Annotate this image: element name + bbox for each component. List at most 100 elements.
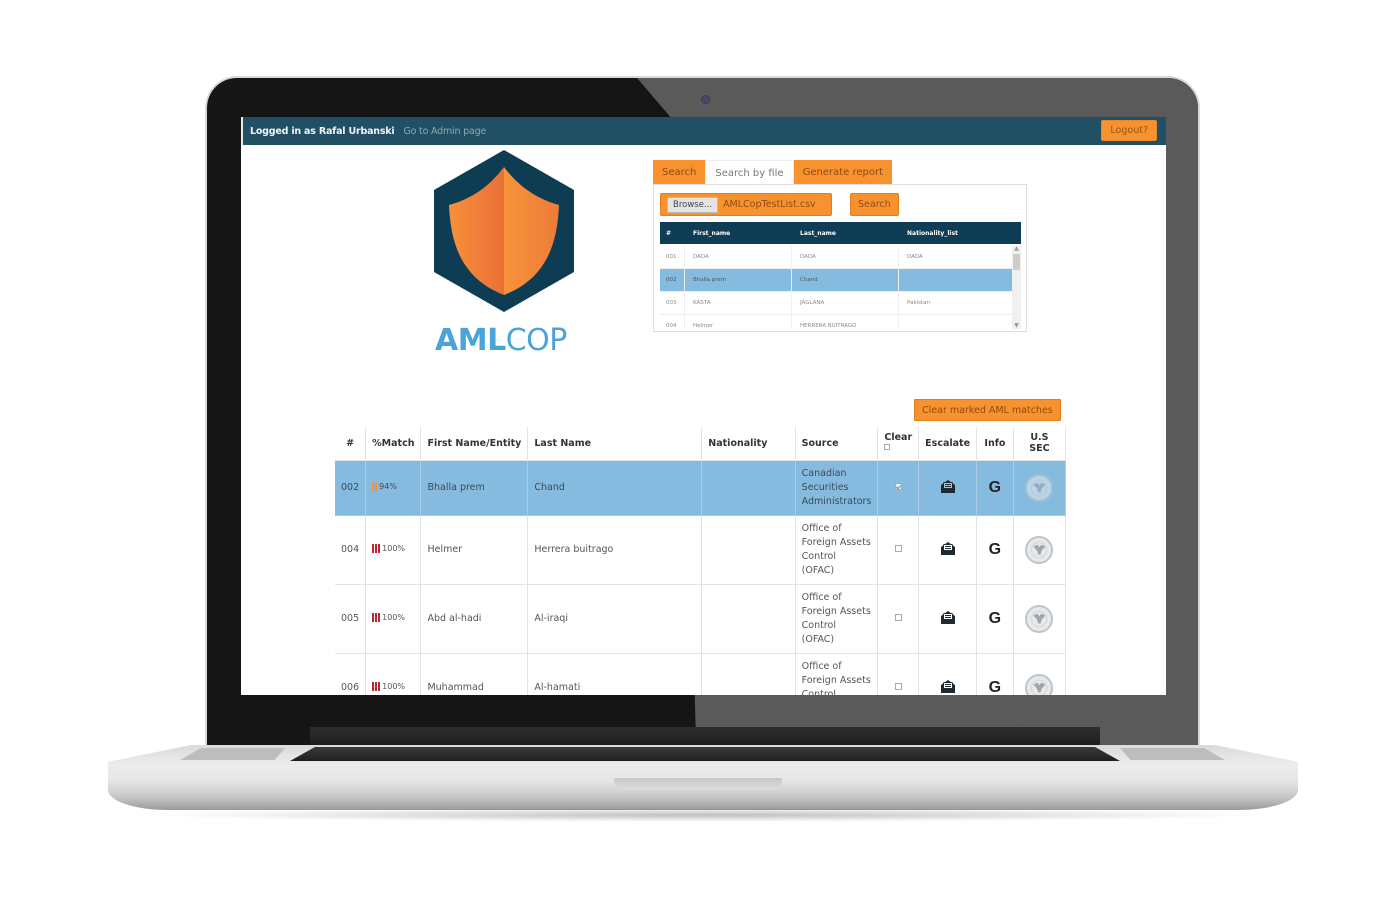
cell-first-name: Helmer <box>420 515 529 585</box>
result-row[interactable]: 006 100% Muhammad Al-hamati Office of Fo… <box>335 653 1067 696</box>
col-header-escalate: Escalate <box>918 427 978 461</box>
app-screen: Logged in as Rafal Urbanski Go to Admin … <box>241 117 1166 695</box>
cell-last-name: Al-iraqi <box>527 584 703 654</box>
file-preview-row[interactable]: 004 Helmer HERRERA BUITRAGO <box>660 315 1012 329</box>
search-by-file-panel: Browse... AMLCopTestList.csv Search # Fi… <box>653 184 1027 332</box>
match-percent: 100% <box>382 681 406 691</box>
keyboard-edge <box>290 747 1120 761</box>
laptop-hinge <box>310 727 1100 747</box>
selected-file-name: AMLCopTestList.csv <box>723 199 816 210</box>
cell-nationality <box>701 653 796 695</box>
clear-checkbox[interactable] <box>894 483 902 490</box>
cell-clear <box>877 584 920 654</box>
col-header-last-name: Last_name <box>800 229 836 237</box>
scroll-up-icon[interactable]: ▲ <box>1012 245 1021 252</box>
file-search-button[interactable]: Search <box>850 193 899 216</box>
col-header-info: Info <box>976 427 1014 461</box>
cell-num: 004 <box>660 315 685 329</box>
cell-first-name: Muhammad <box>420 653 529 695</box>
col-header-nationality: Nationality <box>701 427 796 461</box>
col-header-source: Source <box>795 427 879 461</box>
col-header-num: # <box>335 427 367 461</box>
cell-last-name: Herrera buitrago <box>527 515 703 585</box>
sec-seal-icon[interactable] <box>1025 535 1054 564</box>
sec-seal-icon[interactable] <box>1025 473 1054 502</box>
google-icon[interactable]: G <box>989 541 1001 558</box>
cell-source: Office of Foreign Assets Control (OFAC) <box>795 515 879 585</box>
logo-text-light: COP <box>505 323 568 358</box>
clear-checkbox[interactable] <box>894 614 902 621</box>
match-bars-icon <box>372 681 381 691</box>
col-header-sec: U.S SEC <box>1013 427 1067 461</box>
cell-info: G <box>976 653 1014 696</box>
cell-num: 003 <box>660 292 685 314</box>
aml-results-table: # %Match First Name/Entity Last Name Nat… <box>335 427 1067 696</box>
cell-last-name: DADA <box>792 246 899 268</box>
envelope-open-icon[interactable] <box>940 479 956 494</box>
tab-search[interactable]: Search <box>653 160 706 185</box>
cell-last-name: Chand <box>527 460 703 516</box>
scroll-down-icon[interactable]: ▼ <box>1012 322 1021 329</box>
sec-seal-icon[interactable] <box>1025 604 1054 633</box>
admin-page-link[interactable]: Go to Admin page <box>403 126 486 137</box>
cell-nationality: DADA <box>907 254 923 260</box>
file-preview-row-selected[interactable]: 002 Bhalla prem Chand <box>660 269 1012 292</box>
google-icon[interactable]: G <box>989 610 1001 627</box>
cell-first-name: Helmer <box>685 315 792 329</box>
cell-first-name: Abd al-hadi <box>420 584 529 654</box>
clear-checkbox[interactable] <box>894 545 902 552</box>
cell-sec <box>1013 653 1067 695</box>
tab-search-by-file[interactable]: Search by file <box>705 160 794 185</box>
clear-checkbox[interactable] <box>894 683 902 690</box>
match-percent: 100% <box>382 612 406 622</box>
tab-generate-report[interactable]: Generate report <box>793 160 893 185</box>
cell-source: Office of Foreign Assets Control (OFAC) <box>795 653 879 695</box>
col-header-first-name: First Name/Entity <box>420 427 529 461</box>
cell-match: 100% <box>365 584 422 654</box>
cell-sec <box>1013 584 1067 654</box>
cell-clear <box>877 460 920 516</box>
file-preview-scrollbar[interactable]: ▲ ▼ <box>1012 245 1021 329</box>
file-input-row: Browse... AMLCopTestList.csv <box>660 193 832 216</box>
cell-clear <box>877 515 920 585</box>
cell-clear <box>877 653 920 695</box>
cell-nationality <box>701 515 796 585</box>
top-bar: Logged in as Rafal Urbanski Go to Admin … <box>241 117 1166 145</box>
envelope-open-icon[interactable] <box>940 541 956 556</box>
match-percent: 100% <box>382 543 406 553</box>
logout-button[interactable]: Logout? <box>1101 120 1157 141</box>
envelope-open-icon[interactable] <box>940 610 956 625</box>
clear-all-checkbox[interactable] <box>884 444 891 451</box>
google-icon[interactable]: G <box>989 679 1001 696</box>
cell-num: 005 <box>335 584 367 654</box>
cell-nationality <box>701 584 796 654</box>
google-icon[interactable]: G <box>989 479 1001 496</box>
cell-source: Canadian Securities Administrators <box>795 460 879 516</box>
cell-source: Office of Foreign Assets Control (OFAC) <box>795 584 879 654</box>
cell-nationality: Pakistan <box>907 300 931 306</box>
cell-num: 004 <box>335 515 367 585</box>
scrollbar-thumb[interactable] <box>1013 254 1020 270</box>
webcam <box>701 95 710 104</box>
clear-marked-matches-button[interactable]: Clear marked AML matches <box>914 399 1061 421</box>
file-preview-row[interactable]: 001 DADA DADA DADA <box>660 246 1012 269</box>
browse-button[interactable]: Browse... <box>667 196 719 213</box>
sec-seal-icon[interactable] <box>1025 673 1054 695</box>
col-header-clear: Clear <box>877 427 920 461</box>
envelope-open-icon[interactable] <box>940 679 956 694</box>
cell-num: 006 <box>335 653 367 695</box>
logo-text-bold: AML <box>435 323 506 358</box>
file-preview-row[interactable]: 003 KASTA JAGLANA Pakistan <box>660 292 1012 315</box>
cell-escalate <box>918 515 978 585</box>
file-input[interactable]: Browse... AMLCopTestList.csv <box>660 193 832 216</box>
cell-first-name: Bhalla prem <box>685 269 792 291</box>
cell-match: 94% <box>365 460 422 516</box>
result-row[interactable]: 004 100% Helmer Herrera buitrago Office … <box>335 515 1067 585</box>
cell-first-name: Bhalla prem <box>420 460 529 516</box>
cell-last-name: JAGLANA <box>792 292 899 314</box>
logo-text: AMLCOP <box>435 323 567 358</box>
col-header-num: # <box>666 229 672 237</box>
col-header-nationality: Nationality_list <box>907 229 958 237</box>
result-row-selected[interactable]: 002 94% Bhalla prem Chand Canadian Secur… <box>335 460 1067 516</box>
result-row[interactable]: 005 100% Abd al-hadi Al-iraqi Office of … <box>335 584 1067 654</box>
